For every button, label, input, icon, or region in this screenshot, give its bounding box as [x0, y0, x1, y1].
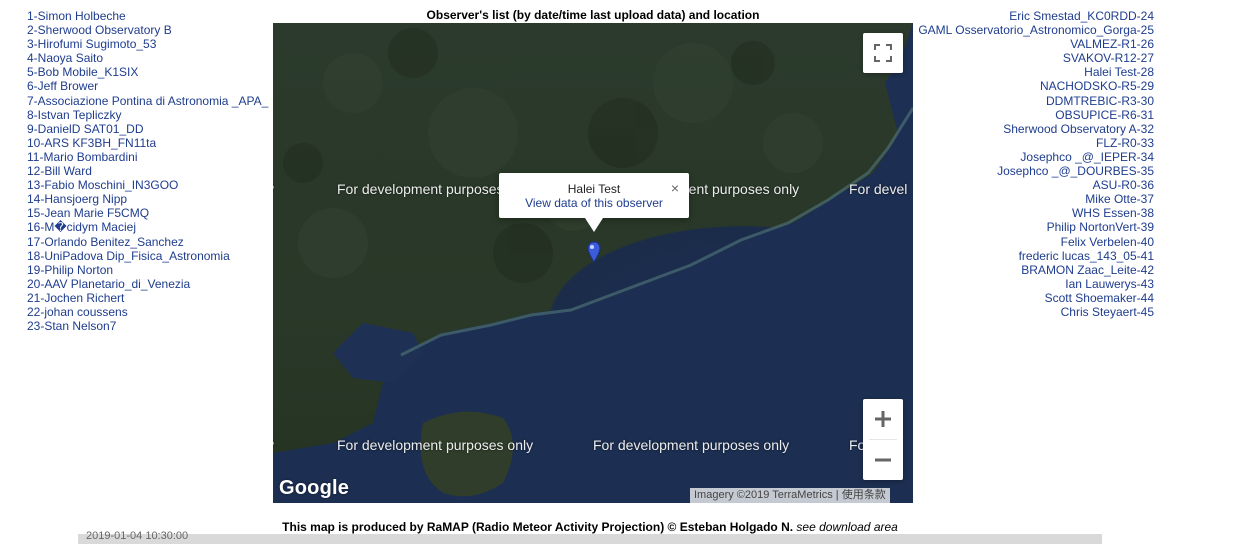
satellite-map[interactable]: y For development purposes only ment pur… — [273, 23, 913, 503]
observer-link[interactable]: 11-Mario Bombardini — [27, 150, 277, 164]
observer-link[interactable]: 18-UniPadova Dip_Fisica_Astronomia — [27, 249, 277, 263]
observer-link[interactable]: Halei Test-28 — [894, 65, 1154, 79]
observer-list-right: Eric Smestad_KC0RDD-24 GAML Osservatorio… — [894, 9, 1154, 319]
map-imagery — [273, 23, 913, 503]
info-window-title: Halei Test — [567, 182, 621, 196]
close-icon[interactable]: × — [671, 180, 679, 196]
observer-link[interactable]: Josephco _@_IEPER-34 — [894, 150, 1154, 164]
observer-link[interactable]: 21-Jochen Richert — [27, 291, 277, 305]
map-title: Observer's list (by date/time last uploa… — [426, 8, 760, 22]
observer-link[interactable]: 2-Sherwood Observatory B — [27, 23, 277, 37]
observer-link[interactable]: OBSUPICE-R6-31 — [894, 108, 1154, 122]
observer-link[interactable]: 3-Hirofumi Sugimoto_53 — [27, 37, 277, 51]
observer-link[interactable]: Philip NortonVert-39 — [894, 220, 1154, 234]
fullscreen-button[interactable] — [863, 33, 903, 73]
observer-link[interactable]: Chris Steyaert-45 — [894, 305, 1154, 319]
observer-link[interactable]: 6-Jeff Brower — [27, 79, 277, 93]
zoom-control — [863, 399, 903, 480]
map-pin-icon[interactable] — [587, 241, 601, 263]
observer-link[interactable]: FLZ-R0-33 — [894, 136, 1154, 150]
watermark-text: For development purposes only — [337, 437, 534, 453]
observer-link[interactable]: 1-Simon Holbeche — [27, 9, 277, 23]
observer-link[interactable]: NACHODSKO-R5-29 — [894, 79, 1154, 93]
watermark-text: y — [273, 437, 274, 453]
observer-link[interactable]: 19-Philip Norton — [27, 263, 277, 277]
observer-link[interactable]: Josephco _@_DOURBES-35 — [894, 164, 1154, 178]
download-area-note: see download area — [796, 520, 898, 534]
watermark-text: ment purposes only — [677, 181, 800, 197]
observer-link[interactable]: Mike Otte-37 — [894, 192, 1154, 206]
observer-link[interactable]: 9-DanielD SAT01_DD — [27, 122, 277, 136]
observer-link[interactable]: 20-AAV Planetario_di_Venezia — [27, 277, 277, 291]
observer-link[interactable]: 5-Bob Mobile_K1SIX — [27, 65, 277, 79]
observer-link[interactable]: 17-Orlando Benitez_Sanchez — [27, 235, 277, 249]
observer-link[interactable]: 15-Jean Marie F5CMQ — [27, 206, 277, 220]
observer-link[interactable]: Eric Smestad_KC0RDD-24 — [894, 9, 1154, 23]
observer-link[interactable]: 4-Naoya Saito — [27, 51, 277, 65]
observer-link[interactable]: 12-Bill Ward — [27, 164, 277, 178]
observer-link[interactable]: Scott Shoemaker-44 — [894, 291, 1154, 305]
observer-link[interactable]: GAML Osservatorio_Astronomico_Gorga-25 — [894, 23, 1154, 37]
observer-link[interactable]: Ian Lauwerys-43 — [894, 277, 1154, 291]
observer-link[interactable]: 8-Istvan Tepliczky — [27, 108, 277, 122]
observer-link[interactable]: 14-Hansjoerg Nipp — [27, 192, 277, 206]
observer-link[interactable]: SVAKOV-R12-27 — [894, 51, 1154, 65]
observer-link[interactable]: BRAMON Zaac_Leite-42 — [894, 263, 1154, 277]
observer-link[interactable]: 23-Stan Nelson7 — [27, 319, 277, 333]
google-logo: Google — [279, 477, 350, 499]
info-window: Halei Test View data of this observer × — [499, 173, 689, 232]
observer-link[interactable]: ASU-R0-36 — [894, 178, 1154, 192]
fullscreen-icon — [874, 44, 892, 62]
plus-icon — [875, 411, 891, 427]
map-attribution[interactable]: Imagery ©2019 TerraMetrics | 使用条款 — [690, 488, 890, 503]
footer-credit-text: This map is produced by RaMAP (Radio Met… — [282, 520, 794, 534]
observer-link[interactable]: frederic lucas_143_05-41 — [894, 249, 1154, 263]
zoom-in-button[interactable] — [863, 399, 903, 439]
observer-link[interactable]: 13-Fabio Moschini_IN3GOO — [27, 178, 277, 192]
observer-link[interactable]: VALMEZ-R1-26 — [894, 37, 1154, 51]
watermark-text: y — [273, 181, 274, 197]
watermark-text: For development purposes only — [593, 437, 790, 453]
observer-list-left: 1-Simon Holbeche 2-Sherwood Observatory … — [27, 9, 277, 333]
watermark-text: For devel — [849, 181, 908, 197]
observer-link[interactable]: Felix Verbelen-40 — [894, 235, 1154, 249]
observer-link[interactable]: WHS Essen-38 — [894, 206, 1154, 220]
observer-link[interactable]: DDMTREBIC-R3-30 — [894, 94, 1154, 108]
minus-icon — [875, 458, 891, 462]
view-observer-data-link[interactable]: View data of this observer — [499, 196, 689, 210]
observer-link[interactable]: Sherwood Observatory A-32 — [894, 122, 1154, 136]
observer-link[interactable]: 7-Associazione Pontina di Astronomia _AP… — [27, 94, 277, 108]
bottom-chart-strip: 2019-01-04 10:30:00 — [78, 530, 1102, 544]
observer-link[interactable]: 16-M�cidym Maciej — [27, 220, 277, 234]
bottom-date: 2019-01-04 10:30:00 — [86, 530, 189, 542]
observer-link[interactable]: 22-johan coussens — [27, 305, 277, 319]
zoom-out-button[interactable] — [863, 440, 903, 480]
observer-link[interactable]: 10-ARS KF3BH_FN11ta — [27, 136, 277, 150]
